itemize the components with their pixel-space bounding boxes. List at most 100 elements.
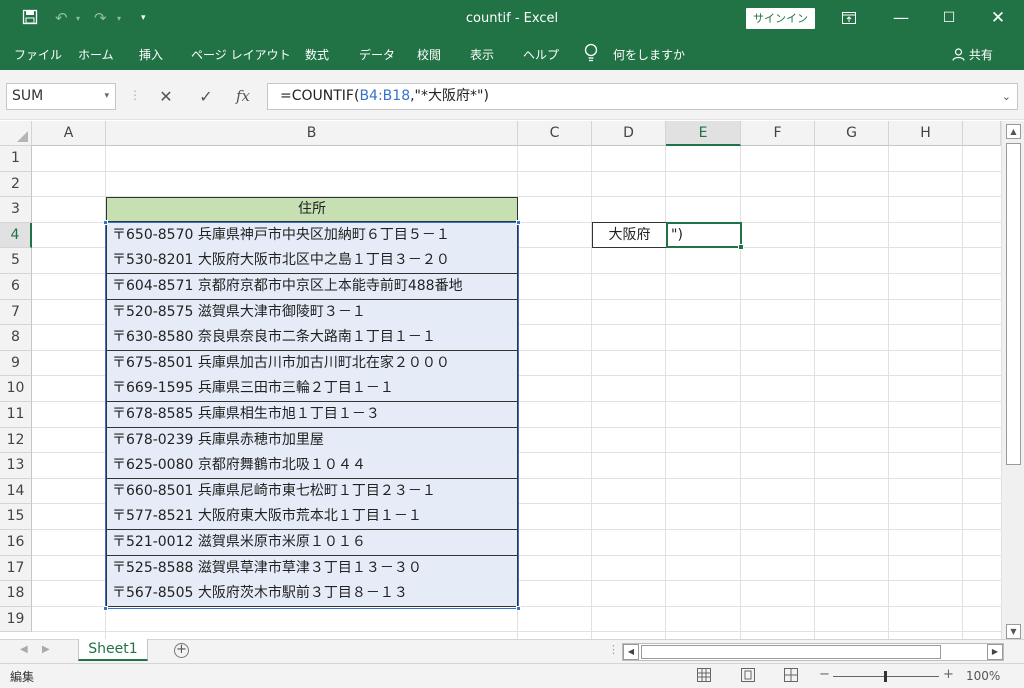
cell-address[interactable]: 〒678-8585 兵庫県相生市旭１丁目１－３: [106, 402, 518, 429]
cell-address[interactable]: 〒675-8501 兵庫県加古川市加古川町北在家２０００: [106, 350, 518, 377]
tab-home[interactable]: ホーム: [78, 46, 114, 63]
scroll-up-icon[interactable]: ▲: [1006, 124, 1021, 139]
row-header-3[interactable]: 3: [0, 197, 32, 223]
sheet-tab-sheet1[interactable]: Sheet1: [78, 639, 148, 661]
insert-function-button[interactable]: fx: [225, 83, 261, 110]
splitter-icon[interactable]: ⋮: [608, 643, 619, 656]
row-header-6[interactable]: 6: [0, 274, 32, 300]
select-all-button[interactable]: [0, 121, 32, 146]
row-header-10[interactable]: 10: [0, 376, 32, 402]
row-header-7[interactable]: 7: [0, 299, 32, 326]
row-header-18[interactable]: 18: [0, 581, 32, 607]
scroll-down-icon[interactable]: ▼: [1006, 624, 1021, 639]
cell-address[interactable]: 〒567-8505 大阪府茨木市駅前３丁目８－１３: [106, 581, 518, 608]
column-header-b[interactable]: B: [106, 121, 518, 146]
column-header-h[interactable]: H: [889, 121, 963, 146]
cell-address[interactable]: 〒650-8570 兵庫県神戸市中央区加納町６丁目５－１: [106, 222, 518, 249]
row-header-14[interactable]: 14: [0, 478, 32, 505]
column-header-a[interactable]: A: [32, 121, 106, 146]
vertical-scroll-thumb[interactable]: [1006, 143, 1021, 465]
maximize-icon[interactable]: ☐: [926, 0, 972, 38]
column-header-e[interactable]: E: [666, 121, 741, 146]
zoom-in-icon[interactable]: +: [943, 667, 954, 682]
save-icon[interactable]: [22, 9, 38, 29]
zoom-out-icon[interactable]: −: [819, 667, 830, 682]
horizontal-scroll-thumb[interactable]: [641, 645, 941, 659]
tab-view[interactable]: 表示: [470, 46, 494, 63]
undo-dropdown-icon[interactable]: ▾: [76, 14, 80, 23]
redo-dropdown-icon[interactable]: ▾: [117, 14, 121, 23]
redo-icon[interactable]: ↷: [94, 9, 107, 27]
enter-icon[interactable]: ✓: [188, 83, 224, 110]
expand-formula-icon[interactable]: ⌄: [1002, 84, 1011, 109]
ribbon-display-options-icon[interactable]: [826, 0, 872, 38]
cell-address[interactable]: 〒669-1595 兵庫県三田市三輪２丁目１－１: [106, 376, 518, 403]
name-box[interactable]: SUM ▾: [6, 83, 116, 110]
row-header-16[interactable]: 16: [0, 530, 32, 556]
row-header-2[interactable]: 2: [0, 171, 32, 198]
share-button[interactable]: 共有: [952, 46, 993, 63]
tab-page-layout[interactable]: ページ レイアウト: [191, 46, 291, 63]
column-header-i[interactable]: [963, 121, 1001, 146]
vertical-scrollbar[interactable]: ▲ ▼: [1001, 121, 1024, 642]
row-header-13[interactable]: 13: [0, 453, 32, 479]
zoom-slider-thumb[interactable]: [884, 671, 887, 682]
normal-view-icon[interactable]: [697, 668, 711, 682]
tab-next-icon[interactable]: ▶: [42, 644, 50, 655]
tab-prev-icon[interactable]: ◀: [20, 644, 28, 655]
close-icon[interactable]: ✕: [975, 0, 1021, 38]
cell-address[interactable]: 〒630-8580 奈良県奈良市二条大路南１丁目１－１: [106, 325, 518, 352]
row-header-11[interactable]: 11: [0, 402, 32, 428]
tab-formulas[interactable]: 数式: [305, 46, 329, 63]
fill-handle[interactable]: [738, 244, 744, 250]
cancel-icon[interactable]: ✕: [148, 83, 184, 110]
cell-address[interactable]: 〒530-8201 大阪府大阪市北区中之島１丁目３－２０: [106, 248, 518, 275]
minimize-icon[interactable]: —: [878, 0, 924, 38]
chevron-down-icon[interactable]: ▾: [104, 84, 109, 109]
cell-b3-header[interactable]: 住所: [106, 197, 518, 222]
status-bar: 編集 − + 100%: [0, 663, 1024, 688]
row-header-12[interactable]: 12: [0, 427, 32, 454]
cell-address[interactable]: 〒525-8588 滋賀県草津市草津３丁目１３－３０: [106, 555, 518, 582]
row-header-17[interactable]: 17: [0, 555, 32, 582]
scroll-right-icon[interactable]: ▶: [987, 644, 1003, 660]
cell-address[interactable]: 〒521-0012 滋賀県米原市米原１０１６: [106, 530, 518, 557]
page-break-preview-icon[interactable]: [784, 668, 798, 682]
row-header-4[interactable]: 4: [0, 222, 32, 249]
row-header-9[interactable]: 9: [0, 350, 32, 377]
horizontal-scrollbar[interactable]: ◀ ▶: [622, 643, 1004, 661]
column-header-c[interactable]: C: [518, 121, 592, 146]
scroll-left-icon[interactable]: ◀: [623, 644, 639, 660]
cell-address[interactable]: 〒520-8575 滋賀県大津市御陵町３－１: [106, 299, 518, 326]
undo-icon[interactable]: ↶: [55, 9, 68, 27]
column-header-g[interactable]: G: [815, 121, 889, 146]
cell-e4-active[interactable]: "): [666, 222, 744, 250]
cell-address[interactable]: 〒604-8571 京都府京都市中京区上本能寺前町488番地: [106, 274, 518, 301]
tab-data[interactable]: データ: [359, 46, 395, 63]
row-header-15[interactable]: 15: [0, 504, 32, 530]
lightbulb-icon[interactable]: [584, 43, 598, 63]
cell-address[interactable]: 〒678-0239 兵庫県赤穂市加里屋: [106, 427, 518, 454]
customize-toolbar-icon[interactable]: ▾: [141, 13, 146, 23]
tab-review[interactable]: 校閲: [417, 46, 441, 63]
cell-address[interactable]: 〒660-8501 兵庫県尼崎市東七松町１丁目２３－１: [106, 478, 518, 505]
signin-button[interactable]: サインイン: [746, 8, 815, 29]
zoom-level[interactable]: 100%: [966, 669, 1000, 683]
tab-file[interactable]: ファイル: [14, 46, 62, 63]
page-layout-view-icon[interactable]: [741, 668, 755, 682]
column-header-d[interactable]: D: [592, 121, 666, 146]
new-sheet-button[interactable]: +: [174, 643, 189, 658]
worksheet-grid[interactable]: A B C D E F G H 1 2 3 4 5 6 7 8 9 10 11 12 13 14 15 16 17 18 19 住所〒…: [0, 121, 1001, 639]
tab-insert[interactable]: 挿入: [139, 46, 163, 63]
cell-address[interactable]: 〒625-0080 京都府舞鶴市北吸１０４４: [106, 453, 518, 480]
row-header-19[interactable]: 19: [0, 606, 32, 633]
row-header-8[interactable]: 8: [0, 325, 32, 351]
column-header-f[interactable]: F: [741, 121, 815, 146]
cell-address[interactable]: 〒577-8521 大阪府東大阪市荒本北１丁目１－１: [106, 504, 518, 531]
formula-input[interactable]: =COUNTIF(B4:B18,"*大阪府*") ⌄: [267, 83, 1018, 110]
cell-d4[interactable]: 大阪府: [592, 222, 667, 248]
row-header-5[interactable]: 5: [0, 248, 32, 274]
tell-me-search[interactable]: 何をしますか: [613, 46, 685, 63]
tab-help[interactable]: ヘルプ: [523, 46, 559, 63]
row-header-1[interactable]: 1: [0, 146, 32, 172]
